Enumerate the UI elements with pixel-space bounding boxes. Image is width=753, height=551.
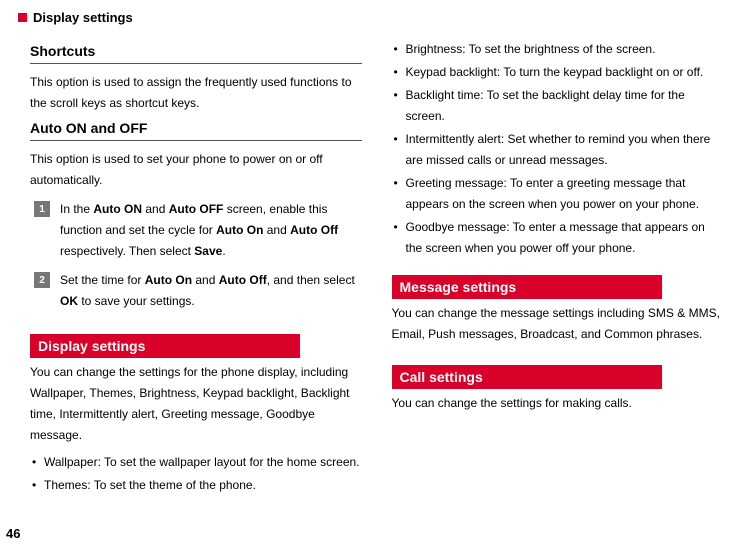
bullet-item: • Intermittently alert: Set whether to r… <box>392 129 724 171</box>
step-2: 2 Set the time for Auto On and Auto Off,… <box>30 270 362 312</box>
text-run: and <box>263 223 290 237</box>
bullet-dot-icon: • <box>30 475 44 496</box>
page-number: 46 <box>6 526 20 541</box>
bullet-text: Greeting message: To enter a greeting me… <box>406 173 724 215</box>
left-column: Shortcuts This option is used to assign … <box>30 37 362 498</box>
bullet-text: Goodbye message: To enter a message that… <box>406 217 724 259</box>
message-settings-bar: Message settings <box>392 275 662 299</box>
text-run: , and then select <box>267 273 355 287</box>
bold-run: Auto On <box>145 273 192 287</box>
bullet-text: Themes: To set the theme of the phone. <box>44 475 362 496</box>
bold-run: Auto On <box>216 223 263 237</box>
bullet-item: • Goodbye message: To enter a message th… <box>392 217 724 259</box>
bullet-item: • Backlight time: To set the backlight d… <box>392 85 724 127</box>
text-run: In the <box>60 202 93 216</box>
step-2-text: Set the time for Auto On and Auto Off, a… <box>60 270 362 312</box>
bullet-item: • Keypad backlight: To turn the keypad b… <box>392 62 724 83</box>
display-settings-bar: Display settings <box>30 334 300 358</box>
shortcuts-paragraph: This option is used to assign the freque… <box>30 72 362 114</box>
call-settings-bar: Call settings <box>392 365 662 389</box>
header-square-icon <box>18 13 27 22</box>
bullet-dot-icon: • <box>392 85 406 106</box>
text-run: and <box>142 202 169 216</box>
bullet-dot-icon: • <box>392 173 406 194</box>
bullet-item: • Brightness: To set the brightness of t… <box>392 39 724 60</box>
step-1-text: In the Auto ON and Auto OFF screen, enab… <box>60 199 362 262</box>
bullet-item: • Themes: To set the theme of the phone. <box>30 475 362 496</box>
bullet-text: Backlight time: To set the backlight del… <box>406 85 724 127</box>
step-1: 1 In the Auto ON and Auto OFF screen, en… <box>30 199 362 262</box>
text-run: to save your settings. <box>78 294 195 308</box>
message-settings-paragraph: You can change the message settings incl… <box>392 303 724 345</box>
bullet-dot-icon: • <box>392 217 406 238</box>
text-run: and <box>192 273 219 287</box>
bullet-dot-icon: • <box>30 452 44 473</box>
bold-run: Auto OFF <box>169 202 224 216</box>
page-header: Display settings <box>18 10 723 25</box>
display-settings-paragraph: You can change the settings for the phon… <box>30 362 362 446</box>
bullet-dot-icon: • <box>392 129 406 150</box>
text-run: Set the time for <box>60 273 145 287</box>
bullet-text: Brightness: To set the brightness of the… <box>406 39 724 60</box>
bold-run: Auto Off <box>290 223 338 237</box>
bullet-dot-icon: • <box>392 62 406 83</box>
step-badge-2: 2 <box>34 272 50 288</box>
bullet-text: Intermittently alert: Set whether to rem… <box>406 129 724 171</box>
right-column: • Brightness: To set the brightness of t… <box>392 37 724 498</box>
bullet-text: Keypad backlight: To turn the keypad bac… <box>406 62 724 83</box>
bullet-dot-icon: • <box>392 39 406 60</box>
call-settings-paragraph: You can change the settings for making c… <box>392 393 724 414</box>
bold-run: Auto ON <box>93 202 142 216</box>
bold-run: Save <box>194 244 222 258</box>
bullet-text: Wallpaper: To set the wallpaper layout f… <box>44 452 362 473</box>
text-run: . <box>222 244 225 258</box>
bold-run: Auto Off <box>219 273 267 287</box>
header-title: Display settings <box>33 10 133 25</box>
bullet-item: • Greeting message: To enter a greeting … <box>392 173 724 215</box>
columns: Shortcuts This option is used to assign … <box>30 37 723 498</box>
auto-on-off-heading: Auto ON and OFF <box>30 120 362 141</box>
bold-run: OK <box>60 294 78 308</box>
step-badge-1: 1 <box>34 201 50 217</box>
bullet-item: • Wallpaper: To set the wallpaper layout… <box>30 452 362 473</box>
shortcuts-heading: Shortcuts <box>30 43 362 64</box>
text-run: respectively. Then select <box>60 244 194 258</box>
auto-on-off-paragraph: This option is used to set your phone to… <box>30 149 362 191</box>
